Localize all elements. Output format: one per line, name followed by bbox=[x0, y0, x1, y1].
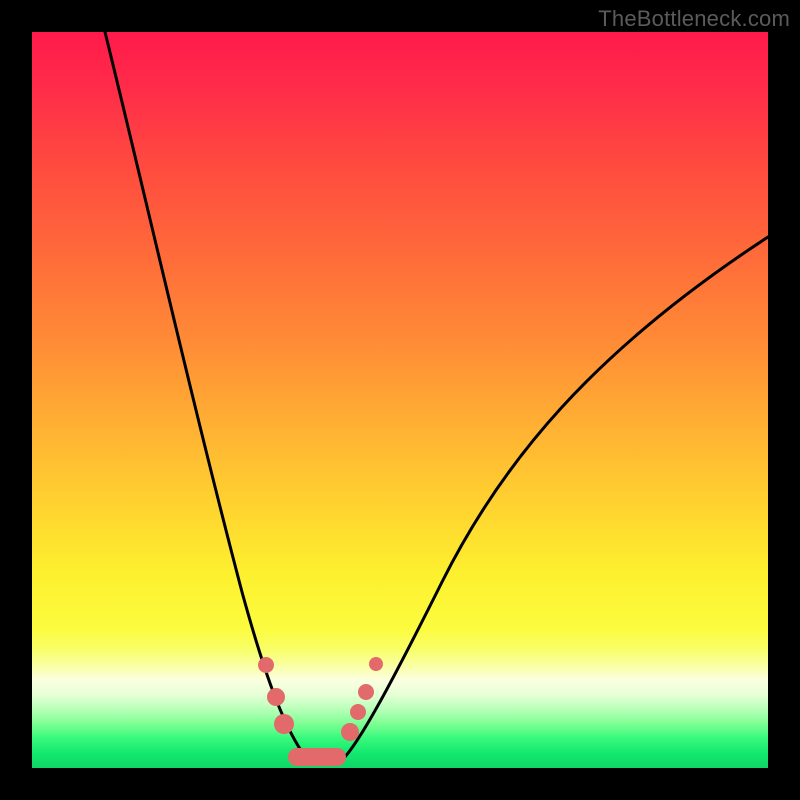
marker-dot bbox=[258, 657, 274, 673]
marker-dot bbox=[358, 684, 374, 700]
marker-dot bbox=[274, 714, 294, 734]
curve-right-branch bbox=[344, 237, 768, 758]
marker-bottom-bar bbox=[288, 748, 346, 766]
marker-dot bbox=[350, 704, 366, 720]
marker-dot bbox=[369, 657, 383, 671]
chart-plot-area bbox=[32, 32, 768, 768]
marker-dot bbox=[341, 723, 359, 741]
marker-dot bbox=[267, 688, 285, 706]
chart-svg bbox=[32, 32, 768, 768]
watermark-text: TheBottleneck.com bbox=[598, 6, 790, 32]
curve-left-branch bbox=[105, 32, 308, 758]
chart-frame: TheBottleneck.com bbox=[0, 0, 800, 800]
